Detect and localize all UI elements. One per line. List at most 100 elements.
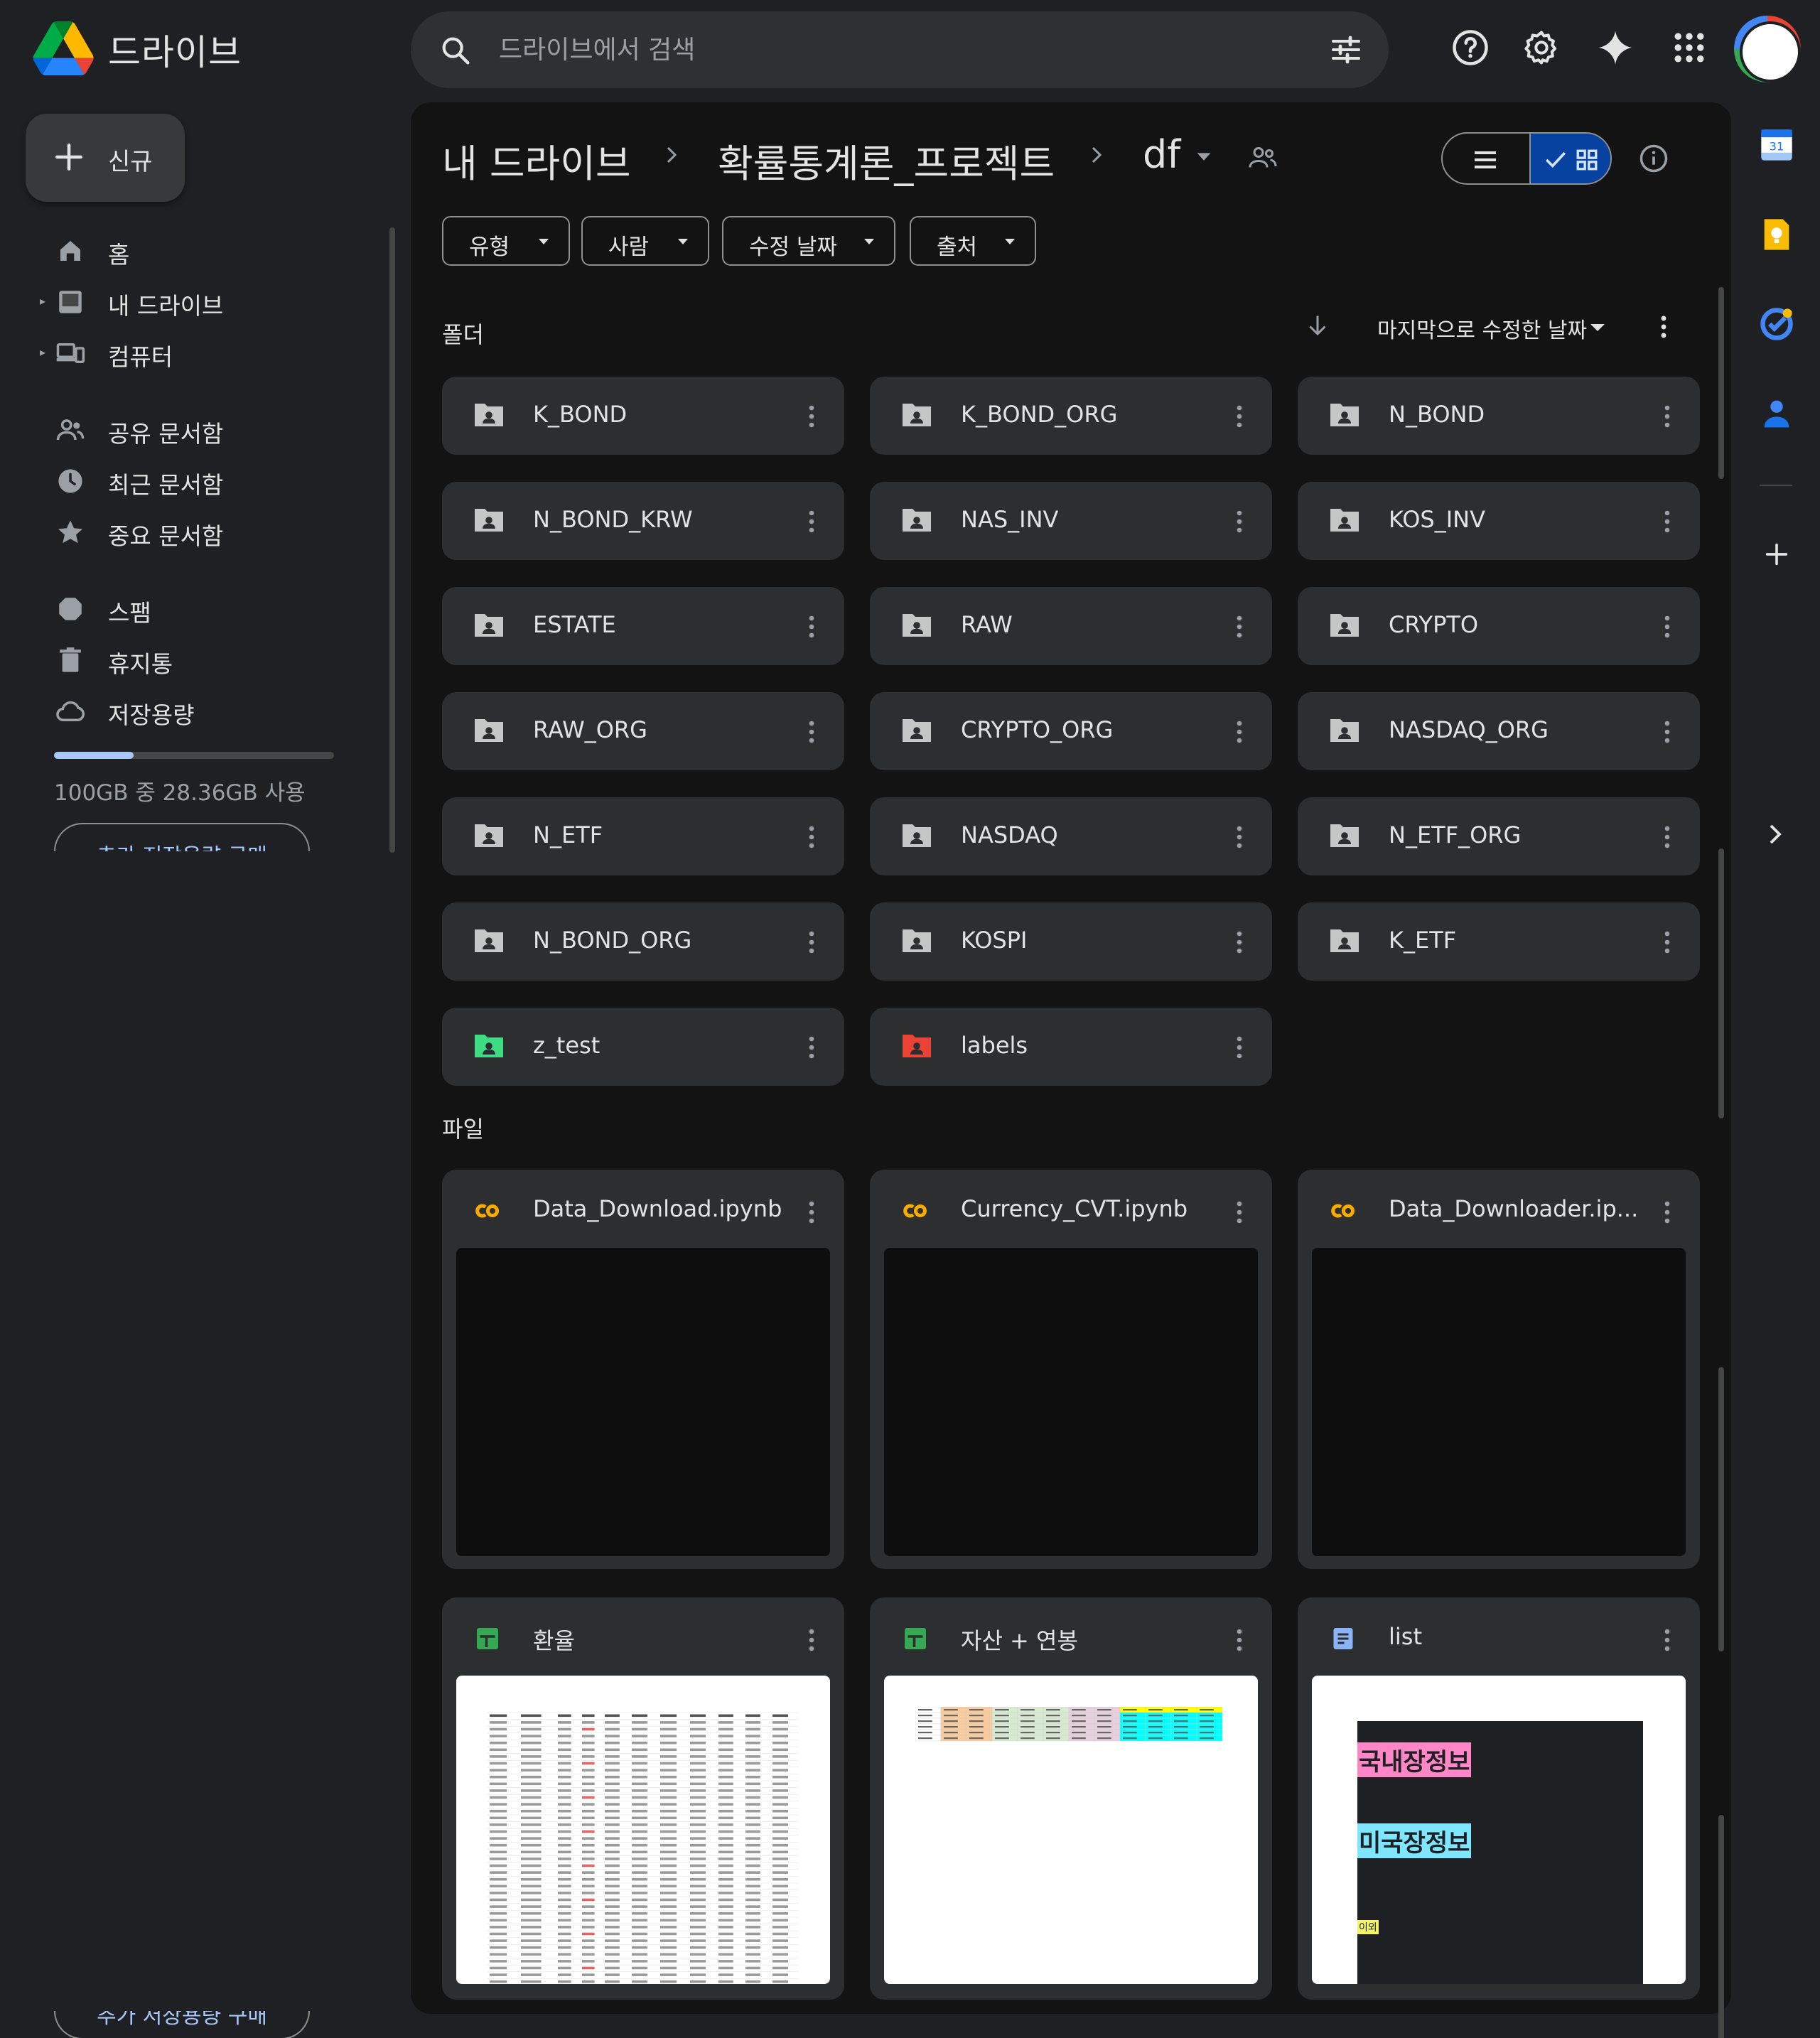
more-vert-icon[interactable]	[807, 507, 816, 536]
folder-card[interactable]: labels	[870, 1008, 1272, 1086]
breadcrumb-parent[interactable]: 확률통계론_프로젝트	[718, 132, 1055, 188]
view-toggle[interactable]	[1441, 132, 1612, 185]
folder-card[interactable]: K_BOND	[442, 377, 844, 455]
buy-storage-button-sticky[interactable]: 추가 저장용량 구매	[54, 2011, 310, 2038]
search-options-icon[interactable]	[1329, 33, 1363, 67]
sidebar-item-my-drive[interactable]: ▸ 내 드라이브	[0, 276, 370, 327]
breadcrumb-current[interactable]: df	[1143, 132, 1180, 177]
keep-icon[interactable]	[1758, 216, 1795, 253]
more-vert-icon[interactable]	[1663, 1198, 1671, 1226]
more-vert-icon[interactable]	[807, 1198, 816, 1226]
folder-card[interactable]: N_ETF_ORG	[1298, 797, 1700, 875]
sidebar-item-recent[interactable]: 최근 문서함	[0, 455, 370, 506]
folder-card[interactable]: CRYPTO	[1298, 587, 1700, 665]
chevron-right-icon[interactable]	[1767, 821, 1784, 847]
folder-card[interactable]: N_BOND	[1298, 377, 1700, 455]
folder-card[interactable]: ESTATE	[442, 587, 844, 665]
caret-down-icon[interactable]	[1589, 323, 1606, 333]
filter-type-chip[interactable]: 유형	[442, 216, 570, 266]
file-card[interactable]: Data_Download.ipynb	[442, 1170, 844, 1569]
help-icon[interactable]	[1451, 28, 1490, 67]
more-vert-icon[interactable]	[1235, 1626, 1244, 1654]
more-vert-icon[interactable]	[1235, 823, 1244, 851]
more-vert-icon[interactable]	[1235, 718, 1244, 746]
sidebar-item-shared[interactable]: 공유 문서함	[0, 404, 370, 455]
more-vert-icon[interactable]	[807, 613, 816, 641]
more-vert-icon[interactable]	[807, 402, 816, 431]
more-vert-icon[interactable]	[1659, 314, 1669, 340]
search-input[interactable]	[499, 27, 1210, 72]
main-scrollbar-thumb[interactable]	[1718, 848, 1724, 1118]
info-icon[interactable]	[1639, 144, 1669, 173]
sidebar-item-trash[interactable]: 휴지통	[0, 634, 370, 685]
more-vert-icon[interactable]	[807, 928, 816, 956]
file-card[interactable]: 자산 + 연봉	[870, 1597, 1272, 2000]
buy-storage-button[interactable]: 추가 저장용량 구매	[54, 823, 310, 851]
filter-source-chip[interactable]: 출처	[910, 216, 1036, 266]
filter-modified-chip[interactable]: 수정 날짜	[722, 216, 895, 266]
grid-view-button[interactable]	[1529, 134, 1610, 183]
more-vert-icon[interactable]	[1235, 613, 1244, 641]
gemini-icon[interactable]	[1596, 28, 1635, 67]
contacts-icon[interactable]	[1758, 395, 1795, 432]
calendar-icon[interactable]: 31	[1758, 126, 1795, 163]
new-button[interactable]: 신규	[26, 114, 185, 202]
more-vert-icon[interactable]	[1235, 928, 1244, 956]
file-card[interactable]: Currency_CVT.ipynb	[870, 1170, 1272, 1569]
more-vert-icon[interactable]	[807, 1626, 816, 1654]
caret-down-icon[interactable]	[1194, 149, 1214, 163]
more-vert-icon[interactable]	[1235, 1198, 1244, 1226]
more-vert-icon[interactable]	[1663, 613, 1671, 641]
sort-direction-icon[interactable]	[1305, 313, 1330, 338]
search-icon[interactable]	[439, 34, 472, 67]
sidebar-scrollbar[interactable]	[389, 227, 395, 853]
file-card[interactable]: 환율	[442, 1597, 844, 2000]
expand-caret-icon[interactable]: ▸	[40, 345, 45, 359]
folder-card[interactable]: NASDAQ	[870, 797, 1272, 875]
list-view-button[interactable]	[1443, 134, 1529, 183]
breadcrumb-root[interactable]: 내 드라이브	[442, 132, 631, 188]
more-vert-icon[interactable]	[1663, 718, 1671, 746]
folder-card[interactable]: NAS_INV	[870, 482, 1272, 560]
more-vert-icon[interactable]	[1663, 1626, 1671, 1654]
sidebar-item-spam[interactable]: 스팸	[0, 583, 370, 634]
apps-grid-icon[interactable]	[1670, 28, 1708, 67]
folder-card[interactable]: RAW	[870, 587, 1272, 665]
folder-card[interactable]: K_BOND_ORG	[870, 377, 1272, 455]
app-title[interactable]: 드라이브	[108, 24, 242, 75]
more-vert-icon[interactable]	[1663, 928, 1671, 956]
file-card[interactable]: list 국내장정보 미국장정보 이외	[1298, 1597, 1700, 2000]
folder-card[interactable]: N_BOND_ORG	[442, 902, 844, 981]
folder-card[interactable]: KOS_INV	[1298, 482, 1700, 560]
main-scrollbar-thumb[interactable]	[1718, 1815, 1724, 2038]
more-vert-icon[interactable]	[1663, 823, 1671, 851]
add-addon-icon[interactable]	[1762, 540, 1791, 568]
search-bar[interactable]	[411, 11, 1389, 88]
more-vert-icon[interactable]	[1663, 402, 1671, 431]
more-vert-icon[interactable]	[1663, 507, 1671, 536]
folder-card[interactable]: N_BOND_KRW	[442, 482, 844, 560]
drive-logo-icon[interactable]	[33, 21, 94, 75]
folder-card[interactable]: NASDAQ_ORG	[1298, 692, 1700, 770]
tasks-icon[interactable]	[1758, 306, 1795, 343]
settings-icon[interactable]	[1522, 28, 1561, 67]
expand-caret-icon[interactable]: ▸	[40, 294, 45, 308]
more-vert-icon[interactable]	[807, 718, 816, 746]
folder-card[interactable]: K_ETF	[1298, 902, 1700, 981]
more-vert-icon[interactable]	[807, 1033, 816, 1062]
more-vert-icon[interactable]	[1235, 507, 1244, 536]
folder-card[interactable]: KOSPI	[870, 902, 1272, 981]
main-scrollbar-thumb[interactable]	[1718, 1367, 1724, 1651]
more-vert-icon[interactable]	[807, 823, 816, 851]
file-card[interactable]: Data_Downloader.ip...	[1298, 1170, 1700, 1569]
folder-card[interactable]: z_test	[442, 1008, 844, 1086]
main-scrollbar-thumb[interactable]	[1718, 287, 1724, 479]
folder-card[interactable]: RAW_ORG	[442, 692, 844, 770]
more-vert-icon[interactable]	[1235, 1033, 1244, 1062]
sidebar-item-home[interactable]: 홈	[0, 225, 370, 276]
sidebar-item-starred[interactable]: 중요 문서함	[0, 506, 370, 557]
sort-field-label[interactable]: 마지막으로 수정한 날짜	[1377, 313, 1587, 344]
folder-card[interactable]: CRYPTO_ORG	[870, 692, 1272, 770]
more-vert-icon[interactable]	[1235, 402, 1244, 431]
folder-card[interactable]: N_ETF	[442, 797, 844, 875]
